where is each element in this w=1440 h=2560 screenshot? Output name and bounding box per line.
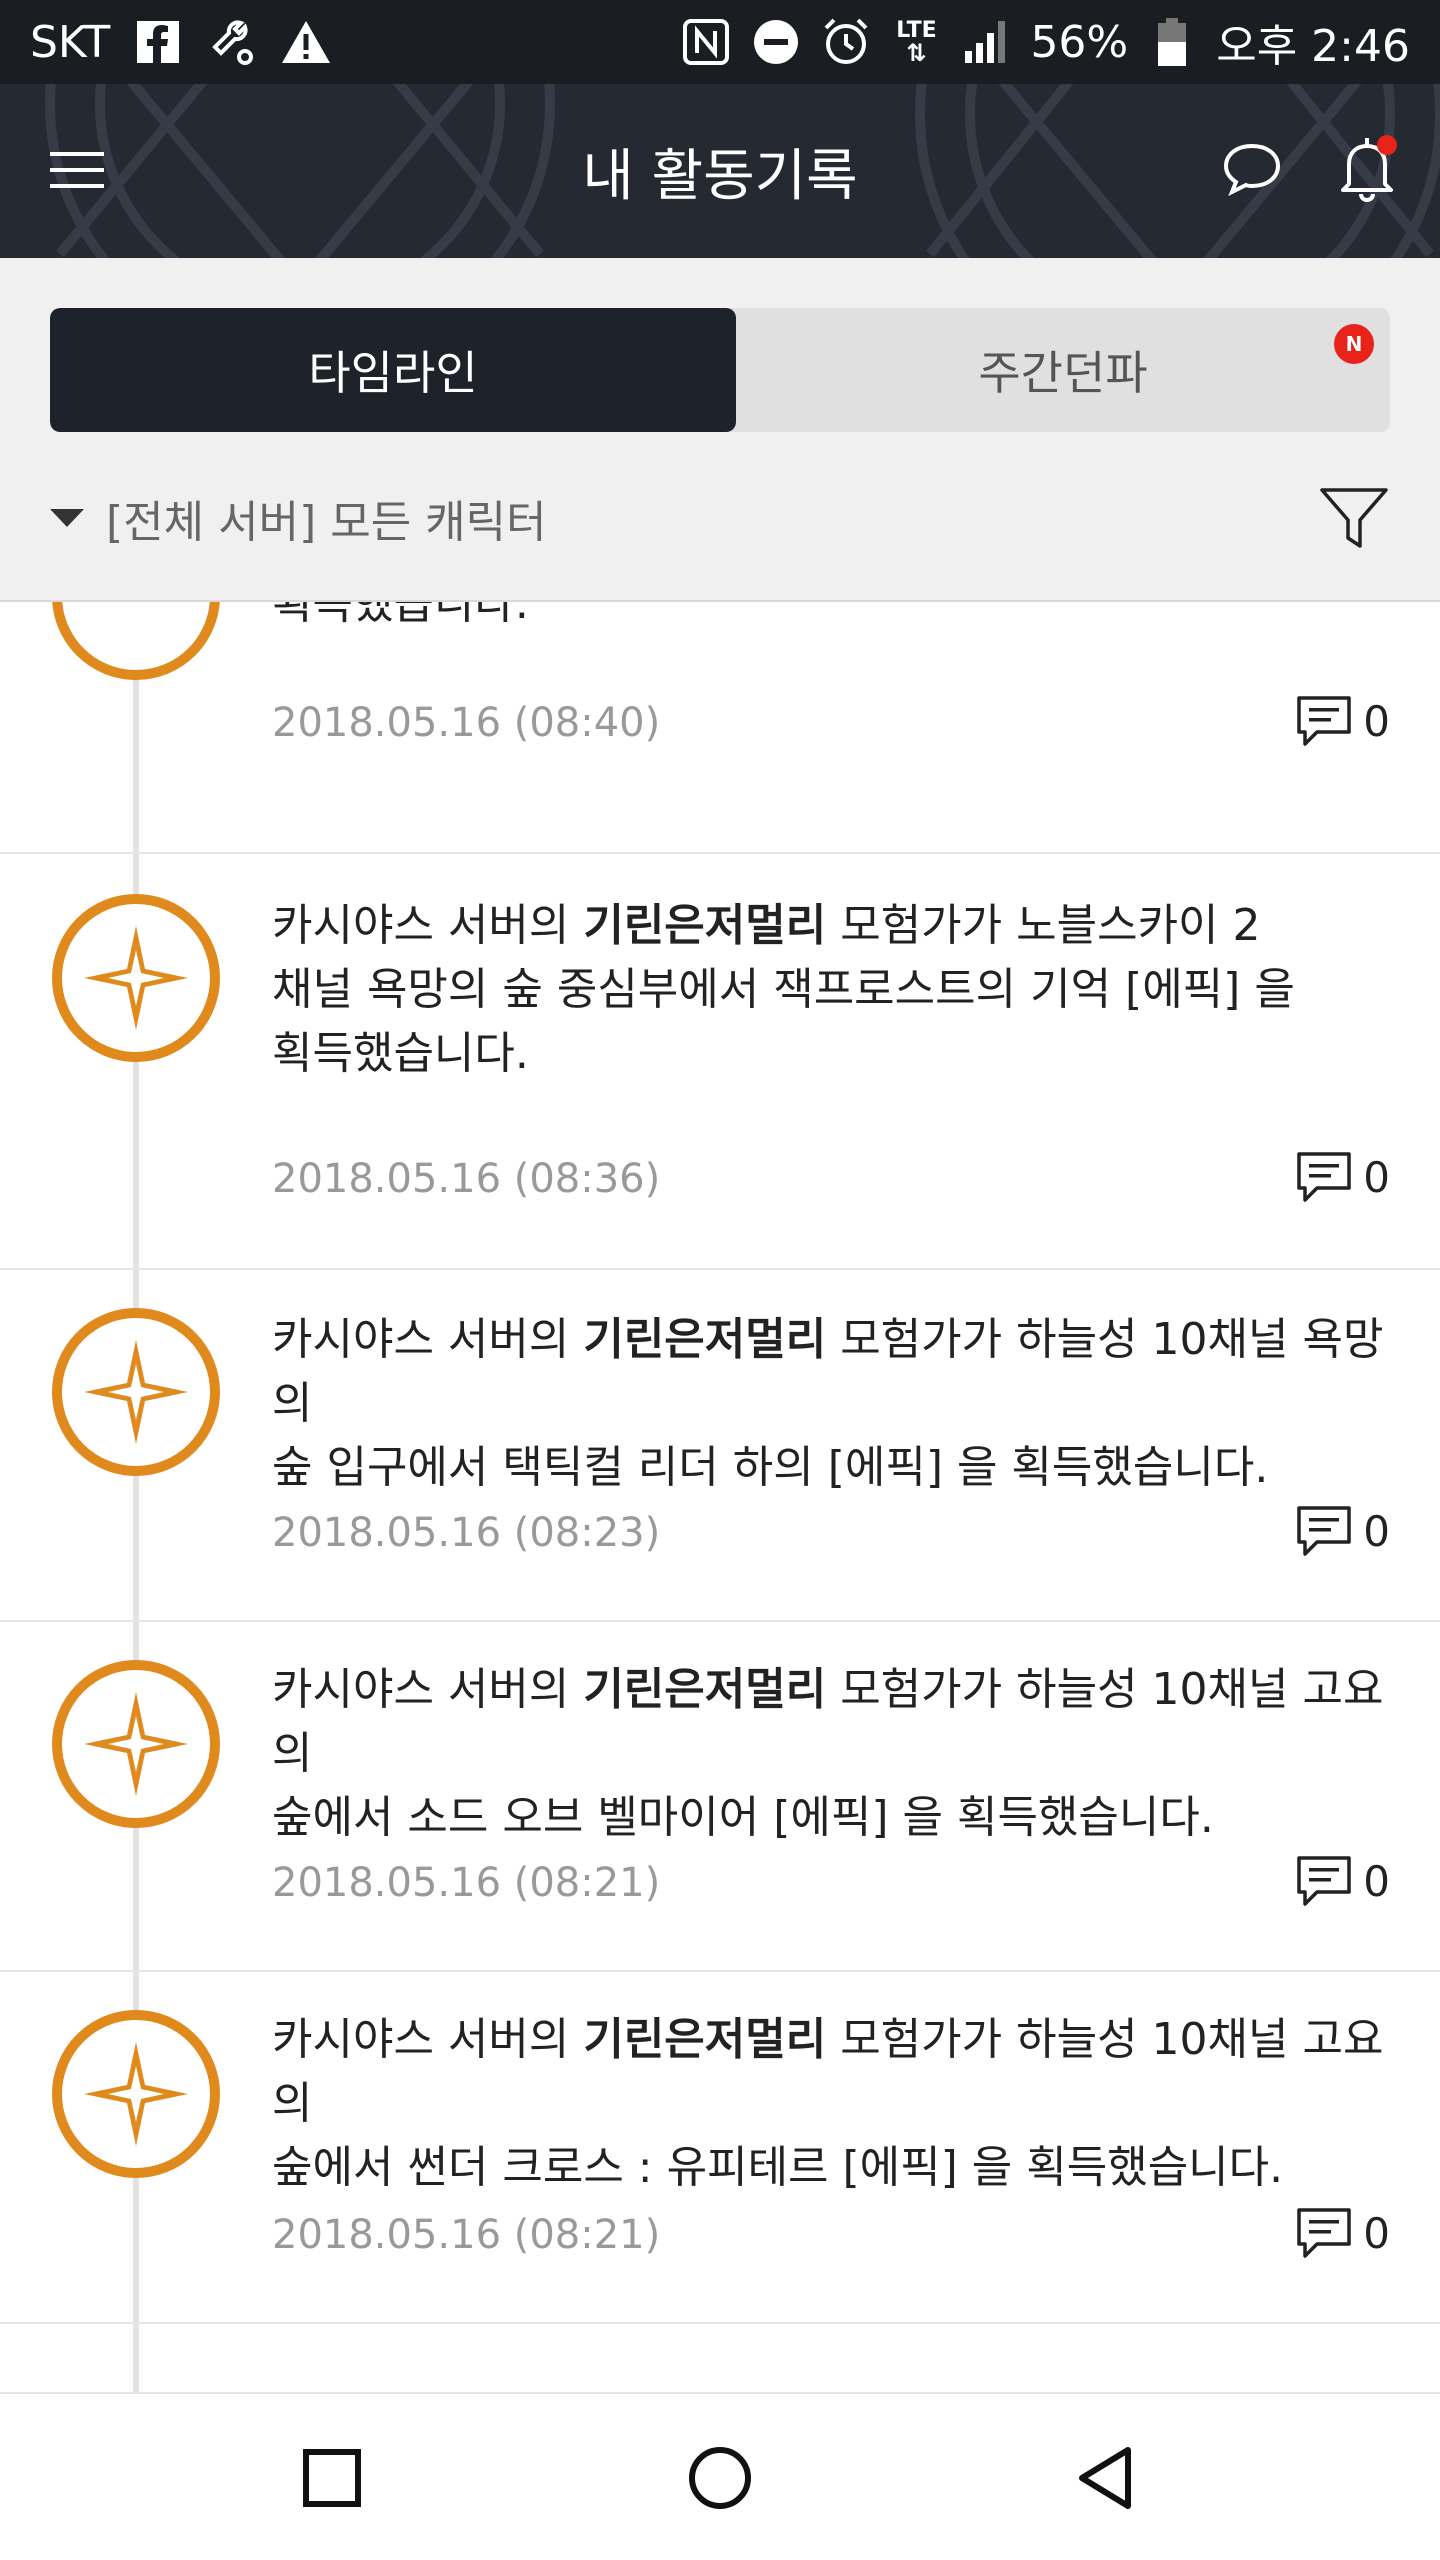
character-filter[interactable]: [전체 서버] 모든 캐릭터 bbox=[50, 478, 1390, 558]
home-icon[interactable] bbox=[680, 2438, 760, 2518]
back-icon[interactable] bbox=[1068, 2438, 1148, 2518]
nfc-icon bbox=[680, 16, 732, 68]
character-name[interactable]: 기린은저멀리 bbox=[583, 2014, 826, 2065]
item-date: 2018.05.16 (08:23) bbox=[272, 1510, 661, 1556]
item-date: 2018.05.16 (08:36) bbox=[272, 1156, 661, 1202]
comment-button[interactable]: 0 bbox=[1295, 692, 1390, 750]
status-bar: SKT LTE ⇅ 56% 오후 2:46 bbox=[0, 0, 1440, 84]
comment-count: 0 bbox=[1363, 2208, 1390, 2258]
tab-bar: 타임라인 주간던파 N bbox=[50, 308, 1390, 432]
comment-button[interactable]: 0 bbox=[1295, 1852, 1390, 1910]
comment-icon bbox=[1297, 1506, 1352, 1556]
character-name[interactable]: 기린은저멀리 bbox=[583, 1314, 826, 1365]
system-nav-bar bbox=[0, 2392, 1440, 2560]
character-name[interactable]: 기린은저멀리 bbox=[583, 1664, 826, 1715]
battery-icon bbox=[1146, 16, 1198, 68]
comment-count: 0 bbox=[1363, 696, 1390, 746]
item-description: 카시야스 서버의 기린은저멀리 모험가가 하늘성 10채널 고요의 숲에서 썬더… bbox=[272, 2014, 1384, 2193]
timeline-item[interactable]: 획득했습니다. 2018.05.16 (08:40) 0 bbox=[0, 602, 1440, 854]
comment-icon bbox=[1297, 1856, 1352, 1906]
timeline-item[interactable]: 카시야스 서버의 기린은저멀리 모험가가 노블스카이 2 채널 욕망의 숲 중심… bbox=[0, 854, 1440, 1270]
facebook-icon bbox=[132, 16, 184, 68]
tab-weekly-dnf[interactable]: 주간던파 N bbox=[736, 308, 1390, 432]
item-text-line: 획득했습니다. bbox=[272, 602, 529, 629]
new-badge: N bbox=[1334, 324, 1374, 364]
chat-bubble-icon[interactable] bbox=[1220, 136, 1284, 200]
item-description: 카시야스 서버의 기린은저멀리 모험가가 하늘성 10채널 고요의 숲에서 소드… bbox=[272, 1664, 1384, 1843]
comment-icon bbox=[1297, 1152, 1352, 1202]
control-panel: 타임라인 주간던파 N [전체 서버] 모든 캐릭터 bbox=[0, 258, 1440, 602]
timeline-item[interactable]: 카시야스 서버의 기린은저멀리 모험가가 하늘성 10채널 욕망의 숲 입구에서… bbox=[0, 1270, 1440, 1622]
comment-icon bbox=[1297, 696, 1352, 746]
signal-icon bbox=[960, 16, 1012, 68]
tab-weekly-dnf-label: 주간던파 bbox=[978, 346, 1148, 400]
wrench-icon bbox=[206, 16, 258, 68]
caret-down-icon bbox=[50, 509, 84, 527]
tab-timeline-label: 타임라인 bbox=[308, 346, 478, 400]
item-description: 획득했습니다. bbox=[272, 602, 1402, 636]
item-description: 카시야스 서버의 기린은저멀리 모험가가 노블스카이 2 채널 욕망의 숲 중심… bbox=[272, 900, 1295, 1079]
filter-funnel-icon[interactable] bbox=[1318, 482, 1390, 554]
battery-percent: 56% bbox=[1030, 16, 1129, 68]
item-description: 카시야스 서버의 기린은저멀리 모험가가 하늘성 10채널 욕망의 숲 입구에서… bbox=[272, 1314, 1384, 1493]
carrier-label: SKT bbox=[30, 16, 111, 68]
epic-item-icon bbox=[52, 2010, 220, 2178]
clock: 오후 2:46 bbox=[1216, 21, 1410, 72]
comment-icon bbox=[1297, 2208, 1352, 2258]
app-header: 내 활동기록 bbox=[0, 84, 1440, 258]
comment-count: 0 bbox=[1363, 1506, 1390, 1556]
hamburger-menu-icon[interactable] bbox=[48, 140, 108, 200]
notification-bell-icon[interactable] bbox=[1335, 132, 1403, 204]
comment-button[interactable]: 0 bbox=[1295, 1148, 1390, 1206]
alarm-icon bbox=[820, 16, 872, 68]
do-not-disturb-icon bbox=[750, 16, 802, 68]
recent-apps-icon[interactable] bbox=[292, 2438, 372, 2518]
lte-icon: LTE ⇅ bbox=[890, 16, 942, 68]
item-date: 2018.05.16 (08:21) bbox=[272, 1860, 661, 1906]
data-arrows-icon: ⇅ bbox=[906, 39, 927, 67]
filter-label: [전체 서버] 모든 캐릭터 bbox=[106, 497, 547, 548]
comment-count: 0 bbox=[1363, 1152, 1390, 1202]
item-date: 2018.05.16 (08:40) bbox=[272, 700, 661, 746]
tab-timeline[interactable]: 타임라인 bbox=[50, 308, 736, 432]
epic-item-icon bbox=[52, 894, 220, 1062]
epic-item-icon bbox=[52, 1660, 220, 1828]
item-date: 2018.05.16 (08:21) bbox=[272, 2212, 661, 2258]
timeline-list: 획득했습니다. 2018.05.16 (08:40) 0 카시야스 서버의 기린… bbox=[0, 602, 1440, 2392]
comment-button[interactable]: 0 bbox=[1295, 1502, 1390, 1560]
warning-icon bbox=[280, 16, 332, 68]
timeline-item[interactable]: 카시야스 서버의 기린은저멀리 모험가가 하늘성 10채널 고요의 숲에서 썬더… bbox=[0, 1972, 1440, 2324]
comment-button[interactable]: 0 bbox=[1295, 2204, 1390, 2262]
character-name[interactable]: 기린은저멀리 bbox=[583, 900, 826, 951]
epic-item-icon bbox=[52, 602, 220, 680]
epic-item-icon bbox=[52, 1308, 220, 1476]
comment-count: 0 bbox=[1363, 1856, 1390, 1906]
timeline-item[interactable]: 카시야스 서버의 기린은저멀리 모험가가 하늘성 10채널 고요의 숲에서 소드… bbox=[0, 1622, 1440, 1972]
